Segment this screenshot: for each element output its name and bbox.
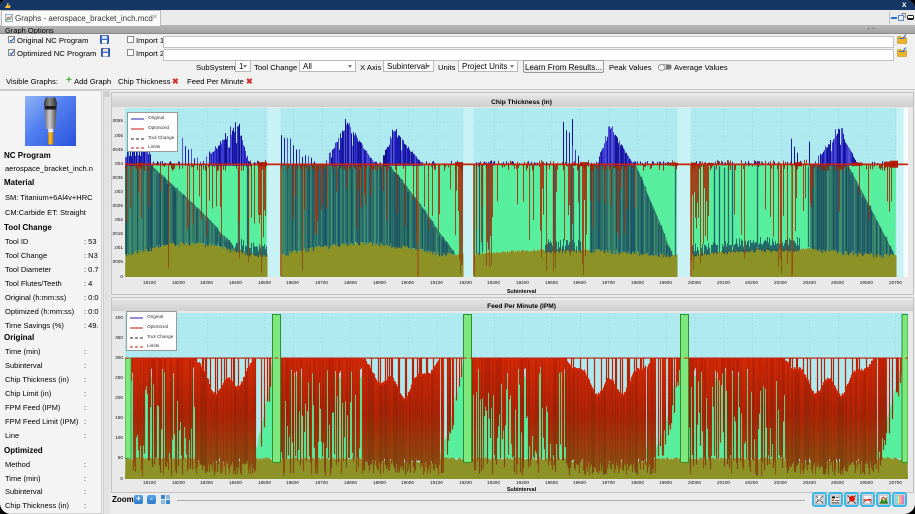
svg-text:NC: NC [817,498,823,503]
